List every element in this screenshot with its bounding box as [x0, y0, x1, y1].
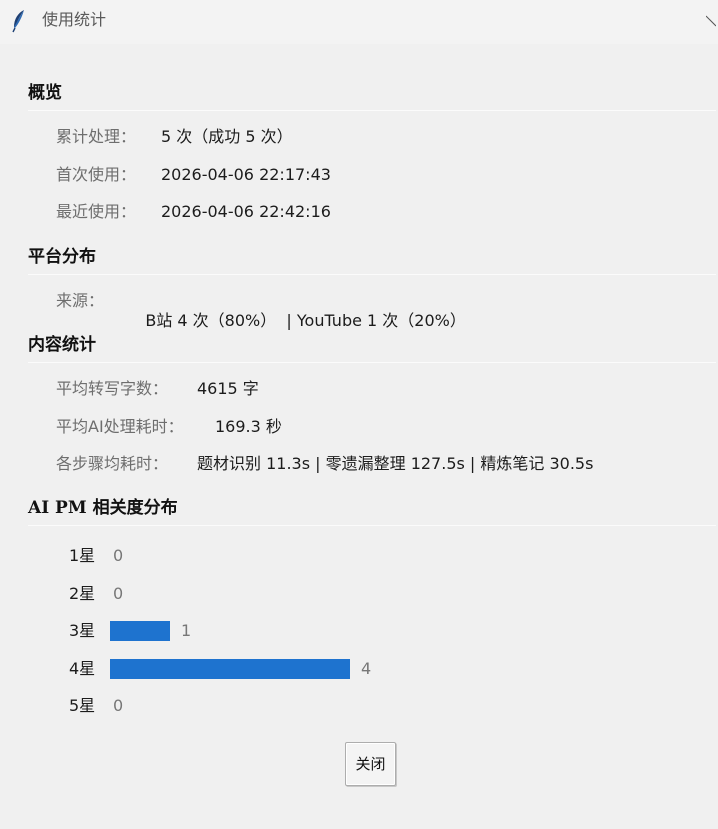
- content-heading: 内容统计: [28, 335, 96, 355]
- window-title: 使用统计: [42, 10, 107, 29]
- bar-value-label: 0: [113, 546, 124, 565]
- total-processed-value: 5 次（成功 5 次）: [161, 127, 293, 146]
- overview-row-total: 累计处理：: [56, 127, 136, 147]
- overview-row-first: 首次使用：: [56, 165, 136, 185]
- row-label: 累计处理：: [56, 127, 137, 146]
- content-row-ai-time: 平均AI处理耗时：: [56, 417, 184, 437]
- content-divider: [28, 362, 716, 363]
- feather-icon: [12, 10, 24, 33]
- overview-divider: [28, 110, 716, 111]
- star-label: 2星: [69, 584, 96, 603]
- bar: [110, 621, 170, 641]
- star-label: 5星: [69, 696, 96, 715]
- source-label: 来源：: [56, 291, 105, 310]
- overview-row-total-value-wrap: 5 次（成功 5 次）: [161, 127, 293, 147]
- avg-ai-time-value: 169.3 秒: [215, 417, 282, 436]
- bar-value-label: 4: [361, 659, 372, 678]
- first-use-value: 2026-04-06 22:17:43: [161, 165, 331, 184]
- close-button[interactable]: 关闭: [345, 742, 396, 786]
- row-label: 最近使用：: [56, 202, 137, 221]
- content-row-steps: 各步骤均耗时：: [56, 454, 168, 474]
- bar: [110, 659, 350, 679]
- last-use-value: 2026-04-06 22:42:16: [161, 202, 331, 221]
- bar-value-label: 0: [113, 696, 124, 715]
- row-label: 各步骤均耗时：: [56, 454, 169, 473]
- platform-value-wrap: B站 4 次（80%） | YouTube 1 次（20%）: [125, 291, 466, 351]
- content-row-ai-time-value-wrap: 169.3 秒: [215, 417, 282, 437]
- content-row-steps-value-wrap: 题材识别 11.3s | 零遗漏整理 127.5s | 精炼笔记 30.5s: [197, 454, 593, 474]
- step-times-value: 题材识别 11.3s | 零遗漏整理 127.5s | 精炼笔记 30.5s: [197, 454, 594, 473]
- star-label: 1星: [69, 546, 96, 565]
- bar-value-label: 0: [113, 584, 124, 603]
- row-label: 平均AI处理耗时：: [56, 417, 184, 436]
- row-label: 首次使用：: [56, 165, 137, 184]
- content-row-words-value-wrap: 4615 字: [197, 379, 259, 399]
- content-row-words: 平均转写字数：: [56, 379, 168, 399]
- overview-heading: 概览: [28, 83, 62, 103]
- close-window-icon[interactable]: [706, 14, 716, 28]
- row-label: 平均转写字数：: [56, 379, 169, 398]
- chart-divider: [28, 525, 716, 526]
- chart-heading: AI PM 相关度分布: [28, 498, 178, 518]
- stats-window: 使用统计 概览 累计处理： 5 次（成功 5 次） 首次使用： 2026-04-…: [0, 0, 718, 829]
- overview-row-first-value-wrap: 2026-04-06 22:17:43: [161, 165, 331, 185]
- avg-words-value: 4615 字: [197, 379, 259, 398]
- overview-row-last-value-wrap: 2026-04-06 22:42:16: [161, 202, 331, 222]
- overview-row-last: 最近使用：: [56, 202, 136, 222]
- star-label: 3星: [69, 621, 96, 640]
- source-value: B站 4 次（80%） | YouTube 1 次（20%）: [145, 311, 466, 330]
- bar-value-label: 1: [181, 621, 192, 640]
- title-bar: 使用统计: [0, 0, 718, 44]
- platform-heading: 平台分布: [28, 247, 96, 267]
- star-label: 4星: [69, 659, 96, 678]
- platform-divider: [28, 274, 716, 275]
- platform-row: 来源：: [56, 291, 104, 311]
